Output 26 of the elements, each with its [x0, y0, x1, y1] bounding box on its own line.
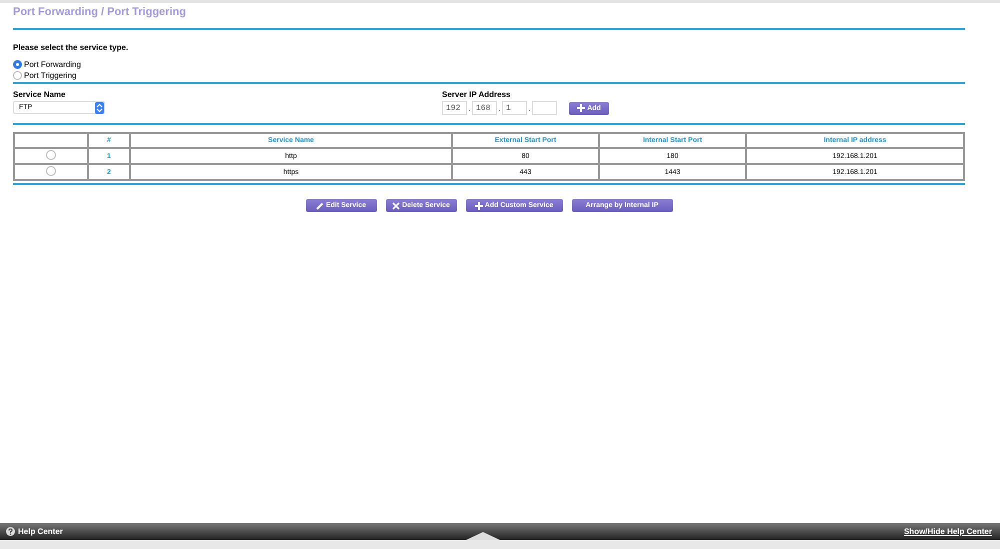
ip-octet-field[interactable] [532, 101, 557, 115]
ip-dot: . [497, 104, 502, 112]
help-icon [6, 527, 15, 536]
radio-option[interactable]: Port Triggering [13, 71, 76, 80]
pencil-icon [316, 202, 324, 210]
ip-dot: . [467, 104, 472, 112]
ip-octet-field[interactable]: 192 [442, 101, 467, 115]
field-label: Server IP Address [442, 90, 512, 99]
row-radio[interactable] [46, 166, 56, 176]
radio-icon[interactable] [13, 60, 22, 69]
plus-icon [577, 104, 586, 112]
radio-option[interactable]: Port Forwarding [13, 60, 81, 69]
ip-dot: . [527, 104, 532, 112]
close-icon [392, 202, 400, 210]
radio-icon[interactable] [13, 71, 22, 80]
stepper-icon [95, 102, 104, 114]
field-label: Service Name [13, 90, 66, 99]
ip-octet-field[interactable]: 1 [502, 101, 527, 115]
row-radio[interactable] [46, 150, 56, 160]
help-center-link[interactable]: Help Center [6, 527, 63, 536]
ip-octet-field[interactable]: 168 [472, 101, 497, 115]
expand-arrow-icon[interactable] [466, 532, 500, 540]
show-hide-link[interactable]: Show/Hide Help Center [904, 527, 992, 536]
prompt-text: Please select the service type. [13, 43, 130, 52]
page-title: Port Forwarding / Port Triggering [13, 5, 187, 20]
plus-icon [474, 202, 483, 210]
